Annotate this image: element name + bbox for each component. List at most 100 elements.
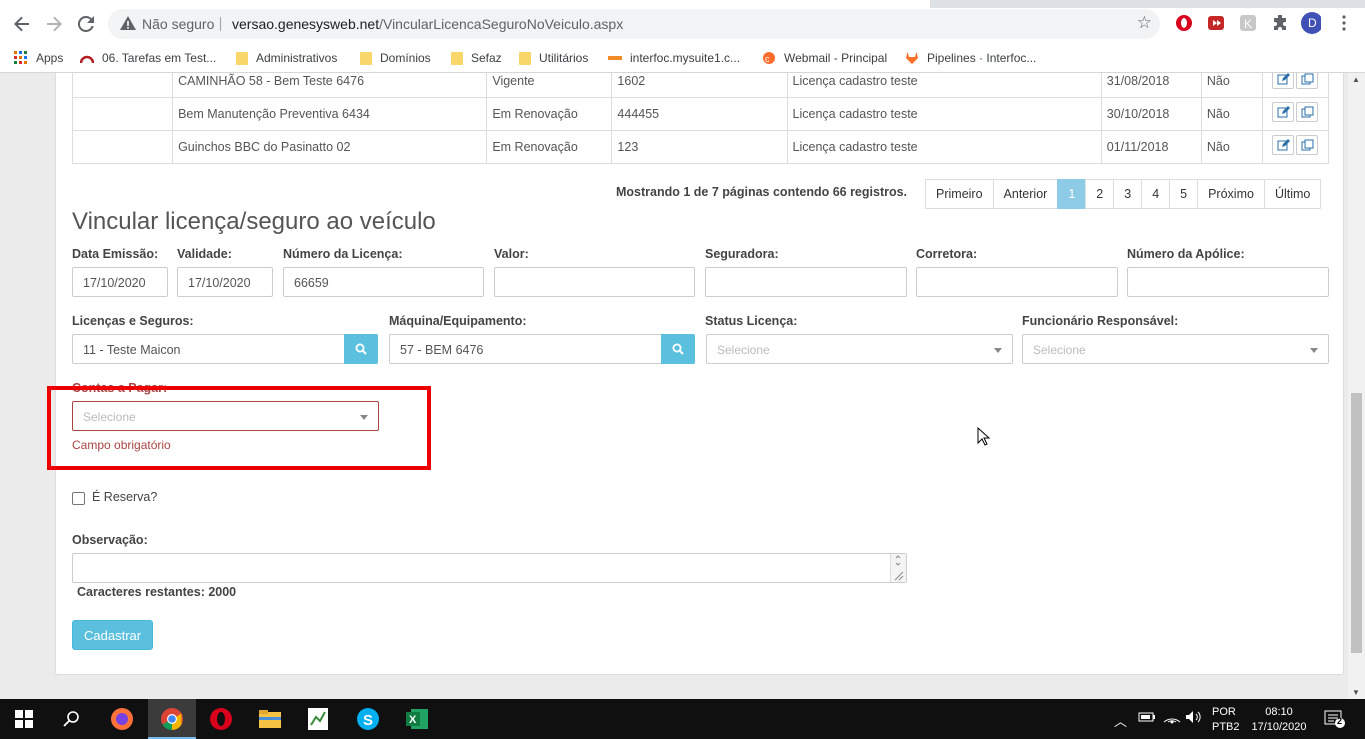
pager-page-5[interactable]: 5 [1169,179,1199,209]
pager-next-button[interactable]: Próximo [1197,179,1265,209]
bookmark-pipelines[interactable]: Pipelines · Interfoc... [905,49,1036,67]
content-panel: CAMINHÃO 58 - Bem Teste 6476 Vigente 1602 L… [55,73,1344,675]
forward-icon[interactable] [42,12,66,36]
scroll-down-icon[interactable]: ▼ [1352,688,1360,697]
edit-icon [1277,139,1290,151]
svg-text:S: S [363,712,373,729]
cell-empty [71,73,174,98]
menu-kebab-icon[interactable] [1334,13,1354,33]
video-extension-icon[interactable] [1206,13,1226,33]
pager-last-button[interactable]: Último [1263,179,1322,209]
table-row: CAMINHÃO 58 - Bem Teste 6476 Vigente 1602 L… [71,73,1330,98]
textarea-resize-handle[interactable] [890,554,906,582]
bookmark-sefaz[interactable]: Sefaz [451,49,502,67]
scroll-up-icon[interactable]: ▲ [1352,75,1360,84]
pagination: Primeiro Anterior 1 2 3 4 5 Próximo Últi… [925,179,1322,209]
cadastrar-button[interactable]: Cadastrar [72,620,154,650]
excel-icon[interactable]: X [403,705,431,733]
windows-start-icon[interactable] [10,705,38,733]
maquina-search-button[interactable] [661,334,695,364]
edit-button[interactable] [1271,102,1294,122]
profile-avatar[interactable]: D [1301,12,1321,34]
clock-time: 08:10 [1265,706,1293,718]
extensions-puzzle-icon[interactable] [1270,13,1290,33]
bookmark-label: 06. Tarefas em Test... [102,51,217,65]
cell-status: Em Renovação [486,97,613,131]
mysuite-icon [608,56,622,60]
svg-text:X: X [409,714,417,726]
seguradora-input[interactable] [705,267,907,297]
url-text[interactable]: versao.genesysweb.net/VincularLicencaSeg… [232,16,623,32]
licencas-input[interactable]: 11 - Teste Maicon [72,334,346,364]
cell-number: 123 [611,130,788,164]
copy-button[interactable] [1295,73,1318,89]
reserva-checkbox[interactable] [72,492,85,505]
reload-icon[interactable] [74,12,98,36]
maquina-input[interactable]: 57 - BEM 6476 [389,334,662,364]
table-row: Guinchos BBC do Pasinatto 02 Em Renovação… [71,130,1330,164]
funcionario-select[interactable]: Selecione [1022,334,1329,364]
language-indicator[interactable]: POR PTB2 [1212,705,1240,735]
vertical-scrollbar[interactable]: ▲ ▼ [1348,73,1365,699]
edit-button[interactable] [1271,135,1294,155]
spreadsheet-app-icon[interactable] [304,705,332,733]
funcionario-label: Funcionário Responsável: [1022,314,1179,328]
bookmark-star-icon[interactable]: ☆ [1137,13,1152,33]
observacao-textarea[interactable] [72,553,907,583]
cell-actions [1261,97,1330,131]
status-licenca-select[interactable]: Selecione [706,334,1013,364]
notifications-icon[interactable]: 2 [1324,709,1346,732]
pager-page-4[interactable]: 4 [1141,179,1171,209]
wifi-icon[interactable] [1163,710,1181,727]
validade-input[interactable]: 17/10/2020 [177,267,273,297]
k-extension-icon[interactable]: K [1238,13,1258,33]
bookmark-apps[interactable]: Apps [14,49,63,67]
data-emissao-input[interactable]: 17/10/2020 [72,267,168,297]
bookmark-mysuite[interactable]: interfoc.mysuite1.c... [608,49,740,67]
licencas-search-button[interactable] [344,334,378,364]
folder-icon [451,51,463,65]
volume-icon[interactable] [1185,710,1203,727]
bookmark-utilitarios[interactable]: Utilitários [519,49,588,67]
corretora-input[interactable] [916,267,1118,297]
chrome-icon[interactable] [158,705,186,733]
numero-licenca-input[interactable]: 66659 [283,267,484,297]
edit-icon [1277,73,1290,85]
gitlab-icon [906,52,918,64]
copy-button[interactable] [1295,102,1318,122]
cell-license: Licença cadastro teste [786,97,1102,131]
clock[interactable]: 08:10 17/10/2020 [1248,705,1310,735]
security-label[interactable]: Não seguro [142,16,214,32]
edit-button[interactable] [1271,73,1294,89]
table-row: Bem Manutenção Preventiva 6434 Em Renovaç… [71,97,1330,131]
firefox-icon[interactable] [108,705,136,733]
tray-chevron-up-icon[interactable]: ︿ [1114,711,1127,730]
bookmark-label: Sefaz [471,51,502,65]
pager-page-1[interactable]: 1 [1057,179,1087,209]
search-icon[interactable] [58,705,86,733]
pager-page-2[interactable]: 2 [1085,179,1115,209]
pager-prev-button[interactable]: Anterior [992,179,1059,209]
valor-input[interactable] [494,267,695,297]
observacao-label: Observação: [72,533,148,547]
back-icon[interactable] [10,12,34,36]
bookmark-tarefas[interactable]: 06. Tarefas em Test... [80,49,216,67]
address-bar[interactable]: Não seguro versao.genesysweb.net/Vincula… [108,9,1160,39]
pager-first-button[interactable]: Primeiro [925,179,994,209]
battery-icon[interactable] [1138,711,1156,726]
copy-button[interactable] [1295,135,1318,155]
bookmark-webmail[interactable]: c Webmail - Principal [762,49,887,67]
opera-icon[interactable] [207,705,235,733]
folder-icon [236,51,248,65]
scrollbar-thumb[interactable] [1351,393,1362,653]
bookmark-administrativos[interactable]: Administrativos [236,49,337,67]
bookmark-label: Apps [36,51,64,65]
opera-red-extension-icon[interactable] [1174,13,1194,33]
file-explorer-icon[interactable] [256,705,284,733]
skype-icon[interactable]: S [354,705,382,733]
bookmark-dominios[interactable]: Domínios [360,49,431,67]
bookmark-label: Domínios [380,51,431,65]
pager-page-3[interactable]: 3 [1113,179,1143,209]
url-path: /VincularLicencaSeguroNoVeiculo.aspx [379,16,624,32]
numero-apolice-input[interactable] [1127,267,1329,297]
